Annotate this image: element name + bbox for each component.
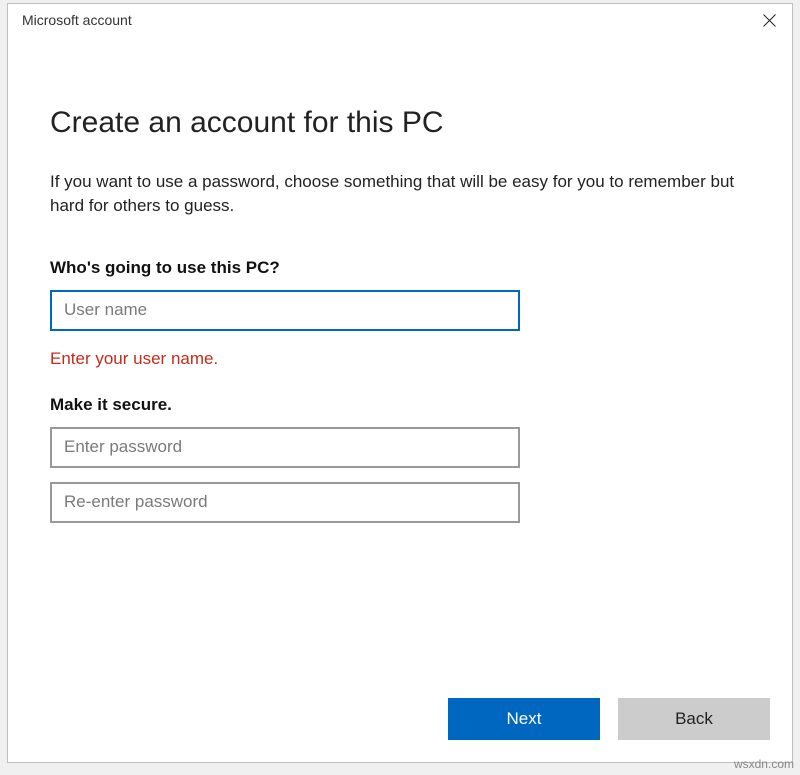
dialog-window: Microsoft account Create an account for …	[7, 3, 793, 763]
watermark: wsxdn.com	[734, 757, 794, 771]
content-area: Create an account for this PC If you wan…	[8, 36, 792, 682]
password-section-label: Make it secure.	[50, 395, 750, 415]
page-description: If you want to use a password, choose so…	[50, 170, 750, 218]
confirm-password-input[interactable]	[50, 482, 520, 523]
footer: Next Back	[8, 682, 792, 762]
username-input[interactable]	[50, 290, 520, 331]
back-button[interactable]: Back	[618, 698, 770, 740]
titlebar: Microsoft account	[8, 4, 792, 36]
close-icon	[763, 14, 776, 27]
close-button[interactable]	[746, 4, 792, 36]
password-input[interactable]	[50, 427, 520, 468]
page-heading: Create an account for this PC	[50, 106, 750, 140]
username-section-label: Who's going to use this PC?	[50, 258, 750, 278]
username-error: Enter your user name.	[50, 349, 750, 369]
window-title: Microsoft account	[22, 12, 132, 28]
next-button[interactable]: Next	[448, 698, 600, 740]
